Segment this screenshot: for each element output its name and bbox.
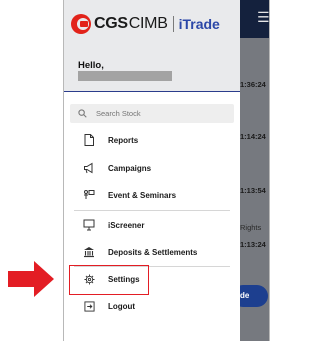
menu-item-iscreener[interactable]: iScreener — [74, 212, 230, 238]
menu-label: Reports — [108, 135, 139, 145]
menu-item-event-seminars[interactable]: Event & Seminars — [74, 182, 230, 208]
greeting-label: Hello, — [78, 60, 104, 71]
username-redacted — [78, 71, 172, 81]
logo-text-cgs: CGS — [94, 15, 128, 32]
logout-icon — [78, 300, 100, 312]
menu-item-reports[interactable]: Reports — [74, 127, 230, 153]
bank-icon — [78, 246, 100, 258]
screener-icon — [78, 219, 100, 231]
menu-item-logout[interactable]: Logout — [74, 293, 230, 319]
annotation-arrow-icon — [8, 261, 54, 297]
menu-label: iScreener — [108, 220, 145, 230]
background-rights: Rights — [240, 223, 262, 232]
menu-divider — [74, 210, 230, 211]
menu-label: Deposits & Settlements — [108, 247, 198, 257]
search-stock-bar[interactable] — [70, 104, 234, 123]
screenshot-stage: ☰ 1:36:24 1:14:24 1:13:54 Rights 1:13:24… — [0, 0, 273, 341]
logo-divider — [172, 16, 174, 32]
background-time: 1:13:24 — [240, 240, 266, 249]
logo-text-cimb: CIMB — [128, 15, 168, 32]
menu-item-campaigns[interactable]: Campaigns — [74, 155, 230, 181]
search-input[interactable] — [96, 109, 226, 118]
menu-label: Campaigns — [108, 163, 152, 173]
logo-text-itrade: iTrade — [178, 16, 220, 32]
cgscimb-logo-icon — [71, 14, 91, 34]
menu-item-deposits-settlements[interactable]: Deposits & Settlements — [74, 239, 230, 265]
settings-highlight-box — [69, 265, 149, 295]
background-time: 1:13:54 — [240, 186, 266, 195]
hamburger-menu-icon[interactable]: ☰ — [257, 10, 269, 26]
menu-label: Event & Seminars — [108, 190, 177, 200]
menu-label: Logout — [108, 301, 136, 311]
background-time: 1:14:24 — [240, 132, 266, 141]
megaphone-icon — [78, 162, 100, 174]
document-icon — [78, 134, 100, 146]
background-time: 1:36:24 — [240, 80, 266, 89]
search-icon — [78, 109, 87, 118]
drawer-header: CGS CIMB iTrade Hello, — [64, 0, 240, 92]
cgscimb-itrade-logo: CGS CIMB iTrade — [71, 13, 220, 35]
presentation-icon — [78, 189, 100, 201]
